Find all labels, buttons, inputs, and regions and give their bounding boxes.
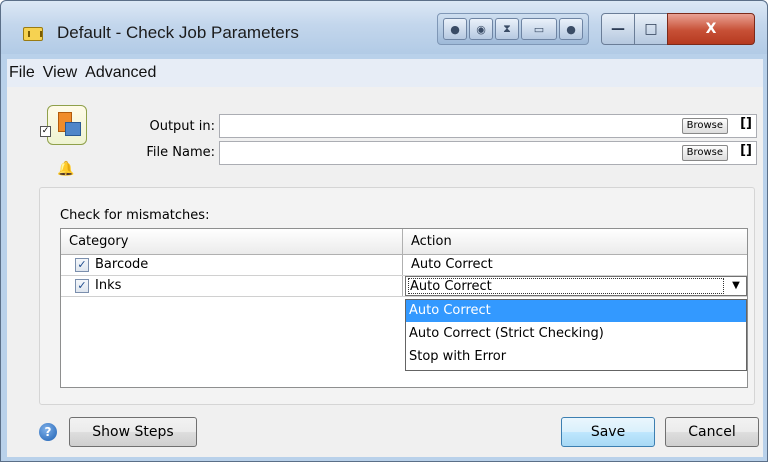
category-cell: ✓ Inks	[61, 276, 403, 296]
close-button[interactable]: X	[667, 13, 755, 45]
option-stop-with-error[interactable]: Stop with Error	[406, 346, 746, 368]
column-category[interactable]: Category	[61, 229, 403, 254]
dialog-window: Default - Check Job Parameters ● ◉ ⧗ ▭ ●…	[0, 0, 768, 462]
mismatch-label: Check for mismatches:	[60, 208, 210, 223]
eye-icon[interactable]: ◉	[469, 18, 493, 40]
file-name-field[interactable]: Browse []	[219, 141, 757, 165]
file-name-label: File Name:	[146, 145, 215, 160]
maximize-button[interactable]: □	[634, 13, 668, 45]
combobox-value: Auto Correct	[408, 278, 724, 294]
app-icon	[23, 27, 43, 41]
output-in-label: Output in:	[149, 119, 215, 134]
target-icon[interactable]: ●	[559, 18, 583, 40]
dialog-content: ✓ 🔔 Output in: Browse [] File Name: Brow…	[7, 87, 763, 457]
show-steps-button[interactable]: Show Steps	[69, 417, 197, 447]
job-ticket-icon	[47, 105, 87, 145]
file-browse-button[interactable]: Browse	[681, 145, 728, 161]
table-row[interactable]: ✓ Barcode Auto Correct	[61, 255, 747, 276]
pane-shape	[65, 122, 81, 136]
bell-icon[interactable]: 🔔	[57, 161, 74, 177]
mismatch-table: Category Action ✓ Barcode Auto Correct ✓…	[60, 228, 748, 388]
chevron-down-icon[interactable]: ▼	[728, 278, 744, 294]
output-in-field[interactable]: Browse []	[219, 114, 757, 138]
option-auto-correct-strict[interactable]: Auto Correct (Strict Checking)	[406, 323, 746, 345]
minimize-button[interactable]: —	[601, 13, 635, 45]
output-variable-button[interactable]: []	[740, 116, 752, 131]
action-cell[interactable]: Auto Correct	[407, 256, 493, 274]
menu-file[interactable]: File	[7, 64, 35, 82]
help-icon[interactable]: ?	[39, 423, 57, 441]
output-browse-button[interactable]: Browse	[681, 118, 728, 134]
table-row[interactable]: ✓ Inks Auto Correct ▼	[61, 276, 747, 297]
inks-checkbox[interactable]: ✓	[75, 279, 89, 293]
action-combobox[interactable]: Auto Correct ▼	[405, 276, 747, 296]
action-dropdown-list: Auto Correct Auto Correct (Strict Checki…	[405, 299, 747, 371]
window-title: Default - Check Job Parameters	[57, 23, 299, 42]
panel-icon[interactable]: ▭	[521, 18, 557, 40]
hourglass-icon[interactable]: ⧗	[495, 18, 519, 40]
enable-checkbox[interactable]: ✓	[40, 126, 51, 137]
record-icon[interactable]: ●	[443, 18, 467, 40]
title-toolbar: ● ◉ ⧗ ▭ ●	[437, 13, 589, 45]
category-cell: ✓ Barcode	[61, 255, 403, 275]
menu-advanced[interactable]: Advanced	[83, 64, 156, 82]
menu-view[interactable]: View	[41, 64, 77, 82]
category-label: Barcode	[95, 257, 149, 272]
file-variable-button[interactable]: []	[740, 143, 752, 158]
column-action[interactable]: Action	[403, 229, 747, 254]
menu-bar: File View Advanced	[7, 59, 763, 87]
save-button[interactable]: Save	[561, 417, 655, 447]
mismatch-panel: Check for mismatches: Category Action ✓ …	[39, 187, 755, 405]
title-bar[interactable]: Default - Check Job Parameters ● ◉ ⧗ ▭ ●…	[1, 1, 767, 54]
barcode-checkbox[interactable]: ✓	[75, 258, 89, 272]
category-label: Inks	[95, 278, 122, 293]
table-header: Category Action	[61, 229, 747, 255]
option-auto-correct[interactable]: Auto Correct	[406, 300, 746, 322]
cancel-button[interactable]: Cancel	[665, 417, 759, 447]
